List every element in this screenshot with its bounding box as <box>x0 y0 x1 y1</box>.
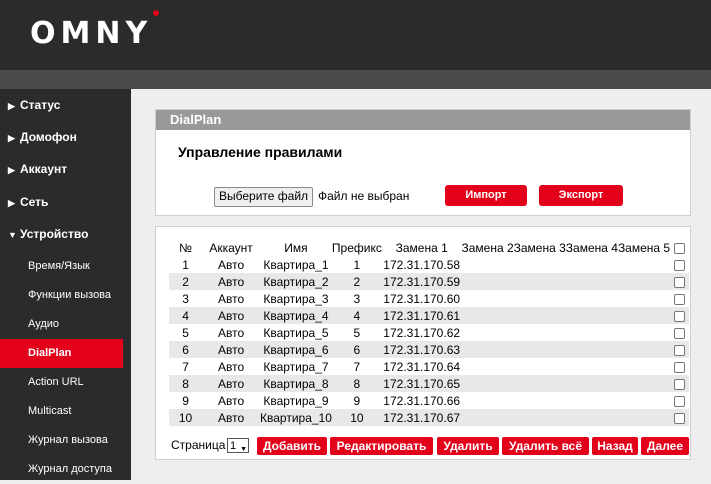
edit-button[interactable]: Редактировать <box>330 437 433 455</box>
sidebar: ▶ Статус ▶ Домофон ▶ Аккаунт ▶ Сеть ▼ Устройс… <box>0 89 131 480</box>
table-row[interactable]: 7 Авто Квартира_7 7 172.31.170.64 <box>169 358 689 375</box>
table-row[interactable]: 1 Авто Квартира_1 1 172.31.170.58 <box>169 256 689 273</box>
next-button[interactable]: Далее <box>641 437 689 455</box>
row-checkbox[interactable] <box>674 293 686 305</box>
logo-dot <box>153 10 159 16</box>
table-row[interactable]: 6 Авто Квартира_6 6 172.31.170.63 <box>169 341 689 358</box>
sidebar-item-dialplan[interactable]: DialPlan <box>0 339 123 368</box>
sidebar-item-audio[interactable]: Аудио <box>0 310 123 339</box>
table-row[interactable]: 4 Авто Квартира_4 4 172.31.170.61 <box>169 307 689 324</box>
chevron-right-icon: ▶ <box>8 165 15 175</box>
sidebar-item-time-language[interactable]: Время/Язык <box>0 252 123 281</box>
header-subbar <box>0 70 711 89</box>
select-all-checkbox-cell <box>670 239 689 256</box>
delete-all-button[interactable]: Удалить всё <box>502 437 589 455</box>
col-header-name: Имя <box>260 239 332 256</box>
sidebar-item-call-features[interactable]: Функции вызова <box>0 281 123 310</box>
table-row[interactable]: 3 Авто Квартира_3 3 172.31.170.60 <box>169 290 689 307</box>
row-checkbox[interactable] <box>674 276 686 288</box>
rules-table: № Аккаунт Имя Префикс Замена 1 Замена 2 … <box>169 239 689 426</box>
col-header-replace-4: Замена 4 <box>565 239 618 256</box>
sidebar-item-status[interactable]: ▶ Статус <box>8 98 60 112</box>
export-button[interactable]: Экспорт <box>539 185 623 206</box>
import-button[interactable]: Импорт <box>445 185 527 206</box>
table-row[interactable]: 10 Авто Квартира_10 10 172.31.170.67 <box>169 409 689 426</box>
sidebar-item-multicast[interactable]: Multicast <box>0 397 123 426</box>
row-checkbox[interactable] <box>674 395 686 407</box>
chevron-down-icon: ▼ <box>8 230 17 240</box>
col-header-replace-3: Замена 3 <box>513 239 566 256</box>
row-checkbox[interactable] <box>674 361 686 373</box>
rules-panel: DialPlan Управление правилами Выберите ф… <box>155 109 691 216</box>
page-label: Страница <box>171 438 226 452</box>
chevron-right-icon: ▶ <box>8 198 15 208</box>
sidebar-item-call-log[interactable]: Журнал вызова <box>0 426 123 455</box>
row-checkbox[interactable] <box>674 327 686 339</box>
table-row[interactable]: 9 Авто Квартира_9 9 172.31.170.66 <box>169 392 689 409</box>
chevron-right-icon: ▶ <box>8 133 15 143</box>
section-title: Управление правилами <box>178 144 343 160</box>
col-header-replace-2: Замена 2 <box>461 239 514 256</box>
header: OMNY <box>0 0 711 70</box>
row-checkbox[interactable] <box>674 310 686 322</box>
col-header-prefix: Префикс <box>331 239 382 256</box>
table-row[interactable]: 2 Авто Квартира_2 2 172.31.170.59 <box>169 273 689 290</box>
panel-title: DialPlan <box>156 110 690 130</box>
main-content: DialPlan Управление правилами Выберите ф… <box>131 89 711 480</box>
col-header-number: № <box>169 239 203 256</box>
row-checkbox[interactable] <box>674 378 686 390</box>
col-header-replace-5: Замена 5 <box>617 239 671 256</box>
sidebar-item-account[interactable]: ▶ Аккаунт <box>8 162 67 176</box>
table-header-row: № Аккаунт Имя Префикс Замена 1 Замена 2 … <box>169 239 689 256</box>
sidebar-item-action-url[interactable]: Action URL <box>0 368 123 397</box>
table-row[interactable]: 5 Авто Квартира_5 5 172.31.170.62 <box>169 324 689 341</box>
chevron-right-icon: ▶ <box>8 101 15 111</box>
row-checkbox[interactable] <box>674 412 686 424</box>
chevron-down-icon: ▼ <box>240 446 247 453</box>
sidebar-item-intercom[interactable]: ▶ Домофон <box>8 130 77 144</box>
add-button[interactable]: Добавить <box>257 437 327 455</box>
table-row[interactable]: 8 Авто Квартира_8 8 172.31.170.65 <box>169 375 689 392</box>
back-button[interactable]: Назад <box>592 437 638 455</box>
col-header-replace-1: Замена 1 <box>381 239 462 256</box>
delete-button[interactable]: Удалить <box>437 437 499 455</box>
sidebar-item-device[interactable]: ▼ Устройство <box>8 227 88 241</box>
col-header-account: Аккаунт <box>202 239 261 256</box>
select-all-checkbox[interactable] <box>674 242 686 254</box>
page-select[interactable]: 1 ▼ <box>227 438 249 453</box>
row-checkbox[interactable] <box>674 259 686 271</box>
sidebar-item-network[interactable]: ▶ Сеть <box>8 195 48 209</box>
row-checkbox[interactable] <box>674 344 686 356</box>
rules-table-panel: № Аккаунт Имя Префикс Замена 1 Замена 2 … <box>155 226 691 460</box>
logo: OMNY <box>30 16 153 51</box>
choose-file-button[interactable]: Выберите файл <box>214 187 314 207</box>
file-status-text: Файл не выбран <box>318 189 410 203</box>
